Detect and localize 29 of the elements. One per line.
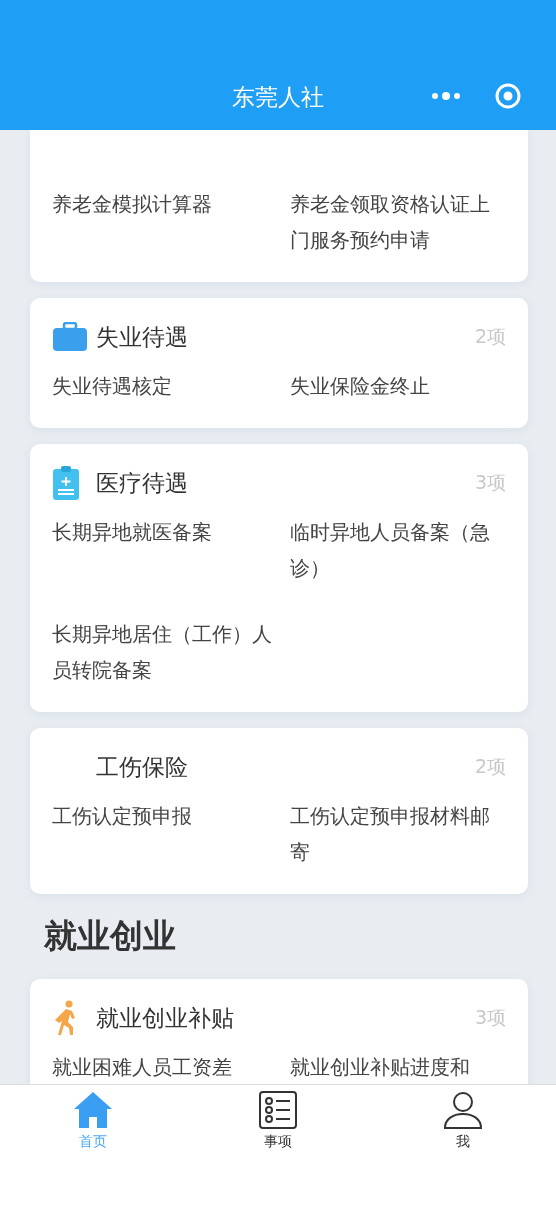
card-title: 就业创业补贴 bbox=[96, 1003, 235, 1033]
service-link[interactable]: 工伤认定预申报材料邮寄 bbox=[290, 798, 506, 870]
home-icon bbox=[72, 1091, 113, 1129]
tab-label: 我 bbox=[456, 1133, 471, 1151]
briefcase-icon bbox=[52, 322, 88, 352]
medical-clipboard-icon bbox=[52, 465, 80, 501]
service-link[interactable]: 临时异地人员备案（急诊） bbox=[290, 514, 506, 586]
service-link[interactable]: 就业创业补贴进度和 bbox=[290, 1049, 506, 1084]
tab[interactable]: 事项 bbox=[185, 1085, 371, 1206]
more-icon[interactable] bbox=[431, 92, 461, 100]
service-link[interactable]: 养老金领取资格认证上门服务预约申请 bbox=[290, 186, 506, 258]
card-title: 医疗待遇 bbox=[96, 468, 189, 498]
card-title: 工伤保险 bbox=[96, 752, 189, 782]
service-link[interactable]: 长期异地居住（工作）人员转院备案 bbox=[52, 616, 290, 688]
service-link[interactable]: 工伤认定预申报 bbox=[52, 798, 290, 870]
service-link[interactable]: 长期异地就医备案 bbox=[52, 514, 290, 586]
service-link[interactable]: 失业保险金终止 bbox=[290, 368, 506, 404]
target-icon[interactable] bbox=[495, 83, 521, 109]
tab-label: 首页 bbox=[78, 1133, 107, 1151]
person-icon bbox=[443, 1091, 484, 1129]
service-link[interactable]: 失业待遇核定 bbox=[52, 368, 290, 404]
service-link[interactable]: 养老金模拟计算器 bbox=[52, 186, 290, 258]
list-icon bbox=[259, 1091, 297, 1129]
section-title: 就业创业 bbox=[43, 915, 177, 957]
window-title: 东莞人社 bbox=[232, 83, 324, 112]
service-link[interactable]: 就业困难人员工资差 bbox=[52, 1049, 290, 1084]
tab[interactable]: 我 bbox=[370, 1085, 556, 1206]
tab-label: 事项 bbox=[264, 1133, 292, 1151]
card-title: 失业待遇 bbox=[96, 322, 189, 352]
